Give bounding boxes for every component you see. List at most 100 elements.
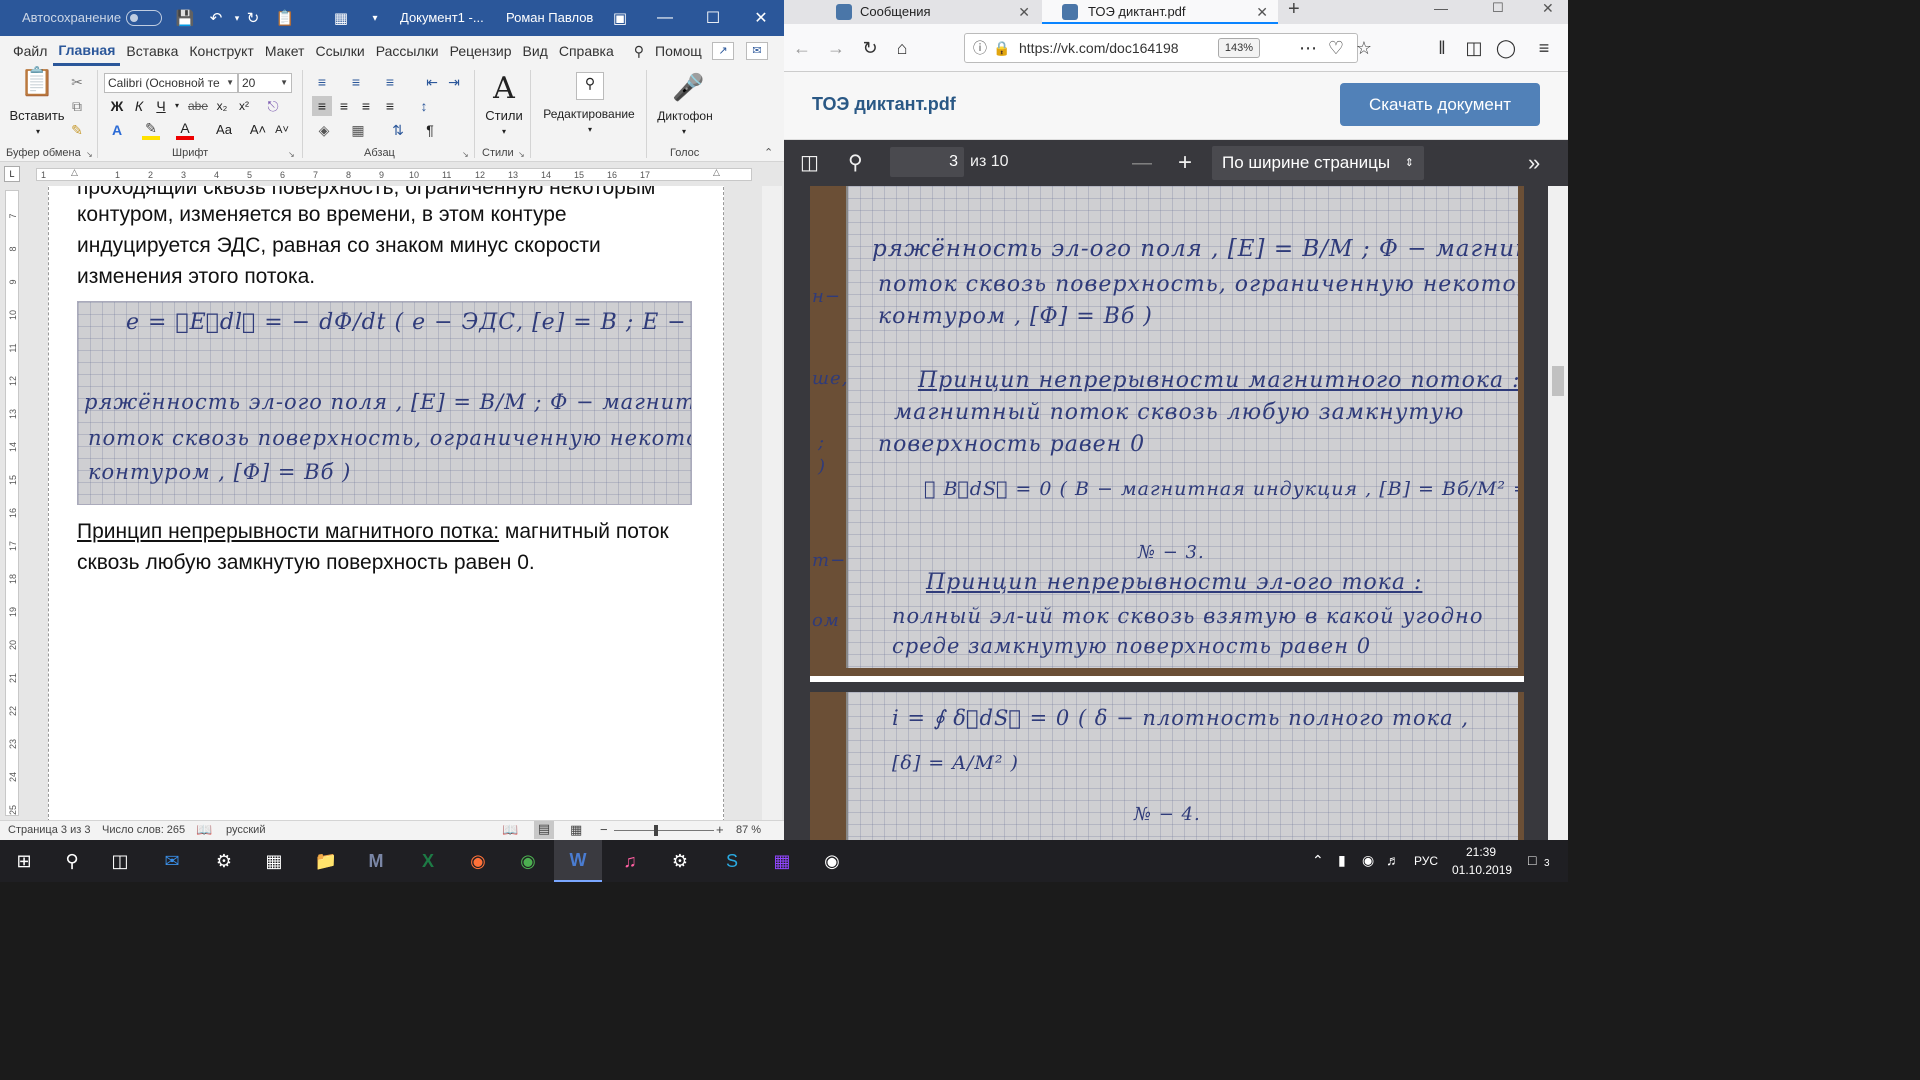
outlook-icon[interactable]: ✉ [148, 840, 196, 882]
bold-button[interactable]: Ж [108, 96, 126, 116]
styles-dropdown-icon[interactable]: ▾ [494, 122, 514, 142]
change-case-button[interactable]: Aa [210, 120, 238, 140]
explorer-icon[interactable]: 📁 [302, 840, 350, 882]
account-icon[interactable]: ◯ [1494, 36, 1518, 60]
zoom-out-icon[interactable]: — [1132, 140, 1152, 186]
library-icon[interactable]: ‖ [1430, 36, 1454, 60]
forward-icon[interactable]: → [824, 36, 848, 60]
underline-button[interactable]: Ч [152, 96, 170, 116]
clipboard-icon[interactable]: 📋 [274, 7, 296, 29]
tab-layout[interactable]: Макет [260, 36, 310, 66]
itunes-icon[interactable]: ♫ [606, 840, 654, 882]
zoom-in-icon[interactable]: + [716, 822, 724, 837]
battery-icon[interactable]: ▮ [1338, 852, 1346, 869]
settings-icon[interactable]: ⚙ [200, 840, 248, 882]
m-icon[interactable]: M [352, 840, 400, 882]
tab-close-icon[interactable]: ✕ [1018, 0, 1030, 24]
comments-icon[interactable]: ✉ [746, 42, 768, 60]
highlight-icon[interactable]: ✎ [142, 120, 160, 140]
tab-insert[interactable]: Вставка [121, 36, 183, 66]
word-icon[interactable]: W [554, 840, 602, 882]
firefox-icon[interactable]: ◉ [454, 840, 502, 882]
tab-close-icon[interactable]: ✕ [1256, 0, 1268, 24]
clipboard-launcher-icon[interactable]: ↘ [86, 150, 93, 159]
align-center-icon[interactable]: ≡ [334, 96, 354, 116]
steam-icon[interactable]: ⚙ [656, 840, 704, 882]
document-area[interactable]: проходящий сквозь поверхность, ограничен… [22, 186, 784, 820]
clear-formatting-icon[interactable]: ⎋ [262, 96, 284, 116]
tab-help[interactable]: Справка [554, 36, 619, 66]
customize-qat-icon[interactable]: ▾ [364, 7, 386, 29]
undo-icon[interactable]: ↶ [205, 7, 227, 29]
scrollbar-thumb[interactable] [1552, 366, 1564, 396]
paste-dropdown-icon[interactable]: ▾ [28, 122, 48, 142]
page-number-input[interactable]: 3 [890, 147, 964, 177]
notifications-icon[interactable]: □ [1528, 852, 1536, 868]
bullets-icon[interactable]: ≡ [312, 72, 332, 92]
find-icon[interactable]: ⚲ [848, 140, 863, 186]
toggle-sidebar-icon[interactable]: ◫ [800, 140, 819, 186]
new-tab-icon[interactable]: + [1288, 0, 1300, 21]
font-launcher-icon[interactable]: ↘ [288, 150, 295, 159]
indent-marker-icon[interactable]: △ [71, 167, 78, 178]
font-name-select[interactable]: Calibri (Основной те ▼ [104, 73, 238, 93]
user-name[interactable]: Роман Павлов [506, 10, 593, 25]
reload-icon[interactable]: ↻ [858, 36, 882, 60]
format-painter-icon[interactable]: ✎ [68, 120, 86, 140]
paragraph-launcher-icon[interactable]: ↘ [462, 150, 469, 159]
sidebar-icon[interactable]: ◫ [1462, 36, 1486, 60]
tab-stop-selector[interactable]: L [4, 166, 20, 182]
home-icon[interactable]: ⌂ [890, 36, 914, 60]
zoom-slider-thumb[interactable] [654, 825, 658, 836]
zoom-indicator[interactable]: 143% [1218, 38, 1260, 58]
shading-icon[interactable]: ◈ [312, 120, 336, 140]
ribbon-display-icon[interactable]: ▣ [609, 7, 631, 29]
grid-icon[interactable]: ▦ [330, 7, 352, 29]
task-view-icon[interactable]: ◫ [96, 840, 144, 882]
tab-references[interactable]: Ссылки [310, 36, 369, 66]
underline-dropdown-icon[interactable]: ▾ [172, 96, 182, 116]
show-marks-icon[interactable]: ¶ [420, 120, 440, 140]
tab-file[interactable]: Файл [8, 36, 52, 66]
styles-launcher-icon[interactable]: ↘ [518, 150, 525, 159]
skype-icon[interactable]: S [708, 840, 756, 882]
download-button[interactable]: Скачать документ [1340, 83, 1540, 126]
subscript-button[interactable]: x₂ [212, 96, 232, 116]
zoom-level[interactable]: 87 % [736, 824, 761, 836]
input-language[interactable]: РУС [1414, 854, 1438, 868]
align-right-icon[interactable]: ≡ [356, 96, 376, 116]
pdf-vertical-scrollbar[interactable] [1548, 186, 1568, 840]
page-actions-icon[interactable]: ⋯ [1296, 36, 1320, 60]
tell-me-input[interactable]: Помощ [650, 36, 707, 66]
borders-icon[interactable]: ▦ [346, 120, 370, 140]
tab-review[interactable]: Рецензир [445, 36, 517, 66]
dictate-dropdown-icon[interactable]: ▾ [674, 122, 694, 142]
back-icon[interactable]: ← [790, 36, 814, 60]
tab-design[interactable]: Конструкт [184, 36, 258, 66]
multilevel-list-icon[interactable]: ≡ [380, 72, 400, 92]
chrome-icon[interactable]: ◉ [504, 840, 552, 882]
clock-time[interactable]: 21:39 [1466, 845, 1496, 859]
numbering-icon[interactable]: ≡ [346, 72, 366, 92]
tools-menu-icon[interactable]: » [1528, 140, 1540, 186]
page-count[interactable]: Страница 3 из 3 [8, 824, 90, 836]
autosave-toggle[interactable] [126, 10, 162, 26]
close-button[interactable]: ✕ [1542, 0, 1554, 17]
sort-icon[interactable]: ⇅ [388, 120, 408, 140]
close-button[interactable]: ✕ [738, 0, 784, 36]
italic-button[interactable]: К [130, 96, 148, 116]
zoom-out-icon[interactable]: − [600, 822, 608, 837]
line-spacing-icon[interactable]: ↕ [412, 96, 436, 116]
collapse-ribbon-icon[interactable]: ⌃ [764, 146, 773, 159]
word-vertical-scrollbar[interactable] [762, 186, 782, 820]
right-indent-marker-icon[interactable]: △ [713, 167, 720, 178]
justify-icon[interactable]: ≡ [380, 96, 400, 116]
superscript-button[interactable]: x² [234, 96, 254, 116]
print-layout-icon[interactable]: ▤ [534, 821, 554, 839]
bookmark-star-icon[interactable]: ☆ [1352, 36, 1376, 60]
word-count[interactable]: Число слов: 265 [102, 824, 185, 836]
share-icon[interactable]: ↗ [712, 42, 734, 60]
maximize-button[interactable]: ☐ [690, 0, 736, 36]
decrease-indent-icon[interactable]: ⇤ [422, 72, 442, 92]
microphone-icon[interactable]: 🎤 [672, 70, 704, 104]
